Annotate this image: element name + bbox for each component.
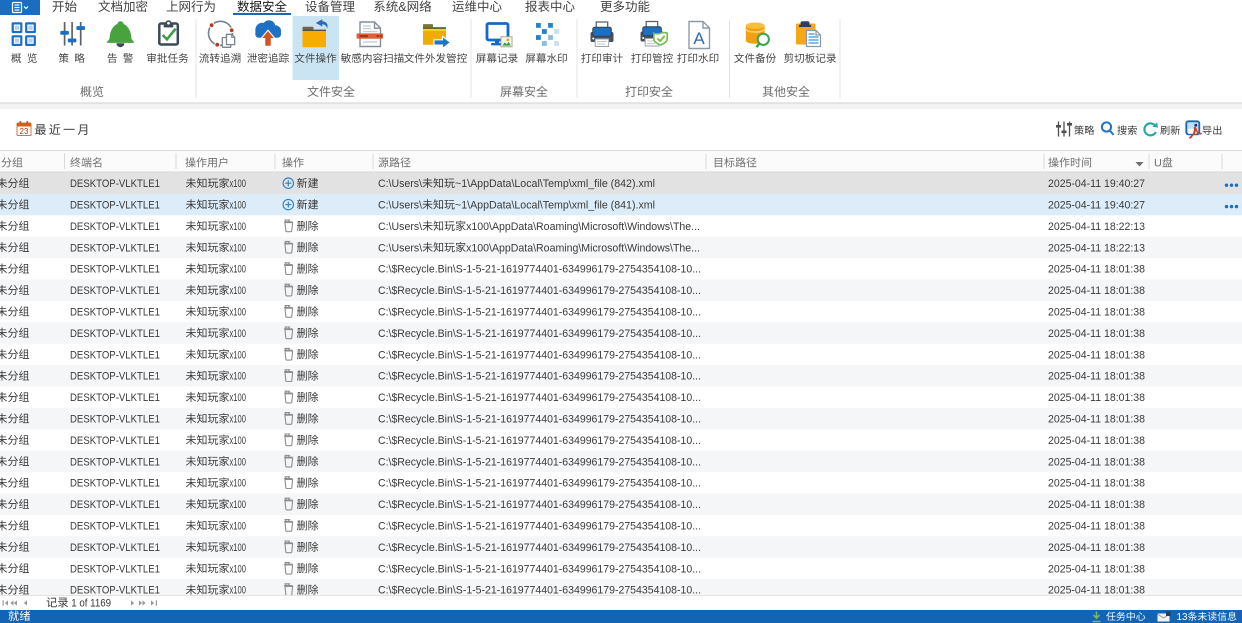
svg-text:2025-04-11 19:40:27: 2025-04-11 19:40:27 [1048, 178, 1145, 190]
svg-text:x100: x100 [230, 264, 247, 276]
svg-text:DESKTOP-VLKTLE1: DESKTOP-VLKTLE1 [70, 221, 160, 233]
svg-text:C:\Users\: C:\Users\ [378, 200, 423, 212]
svg-text:1 of 1169: 1 of 1169 [69, 598, 111, 610]
svg-text:~1\AppData\Local\Temp\xml_file: ~1\AppData\Local\Temp\xml_file (841).xml [455, 200, 655, 212]
svg-text:~1\AppData\Local\Temp\xml_file: ~1\AppData\Local\Temp\xml_file (842).xml [455, 178, 655, 190]
svg-text:C:\$Recycle.Bin\S-1-5-21-16197: C:\$Recycle.Bin\S-1-5-21-1619774401-6349… [378, 264, 701, 276]
svg-text:2025-04-11 18:22:13: 2025-04-11 18:22:13 [1048, 242, 1145, 254]
svg-text:2025-04-11 18:22:13: 2025-04-11 18:22:13 [1048, 221, 1145, 233]
svg-text:DESKTOP-VLKTLE1: DESKTOP-VLKTLE1 [70, 242, 160, 254]
svg-text:DESKTOP-VLKTLE1: DESKTOP-VLKTLE1 [70, 178, 160, 190]
svg-text:x100: x100 [230, 242, 247, 254]
svg-text:C:\Users\: C:\Users\ [378, 221, 423, 233]
svg-text:13: 13 [1177, 612, 1189, 623]
svg-text:x100: x100 [230, 178, 247, 190]
svg-text:x100: x100 [230, 200, 247, 212]
svg-text:C:\Users\: C:\Users\ [378, 242, 423, 254]
svg-text:23: 23 [20, 127, 29, 136]
svg-text:2025-04-11 19:40:27: 2025-04-11 19:40:27 [1048, 200, 1145, 212]
svg-text:x100\AppData\Roaming\Microsoft: x100\AppData\Roaming\Microsoft\Windows\T… [466, 242, 700, 254]
svg-text:U: U [1154, 158, 1162, 170]
svg-text:&: & [398, 0, 407, 14]
svg-text:x100\AppData\Roaming\Microsoft: x100\AppData\Roaming\Microsoft\Windows\T… [466, 221, 700, 233]
svg-text:C:\Users\: C:\Users\ [378, 178, 423, 190]
svg-text:DESKTOP-VLKTLE1: DESKTOP-VLKTLE1 [70, 200, 160, 212]
svg-text:x100: x100 [230, 221, 247, 233]
svg-text:2025-04-11 18:01:38: 2025-04-11 18:01:38 [1048, 264, 1145, 276]
svg-text:DESKTOP-VLKTLE1: DESKTOP-VLKTLE1 [70, 264, 160, 276]
svg-text:A: A [693, 29, 705, 48]
